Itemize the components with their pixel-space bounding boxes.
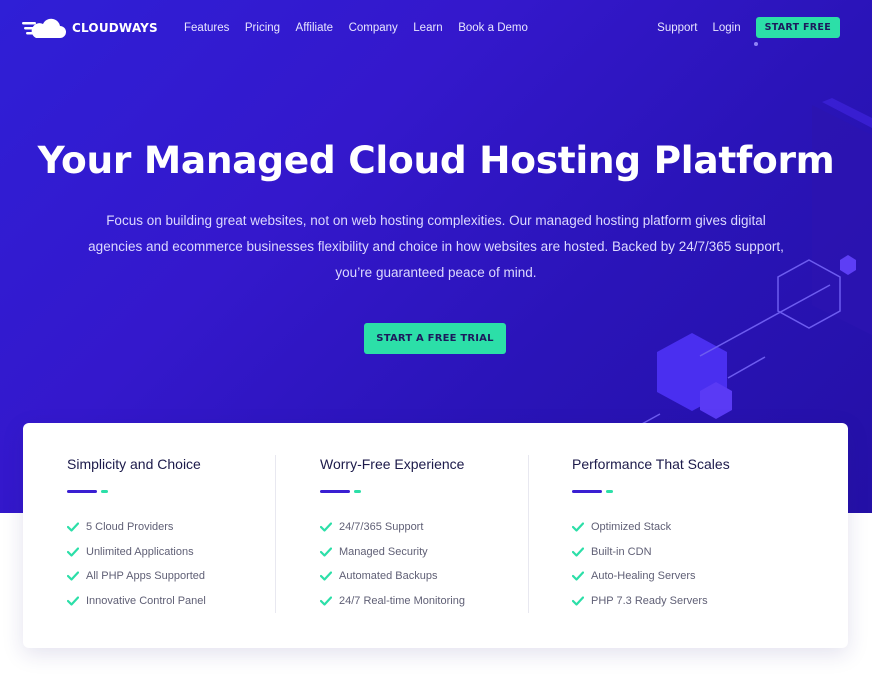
feature-label: PHP 7.3 Ready Servers (591, 595, 708, 608)
cloud-logo-icon (22, 18, 66, 38)
list-item: Automated Backups (320, 564, 465, 589)
start-free-button[interactable]: START FREE (755, 17, 840, 38)
nav-links: Features Pricing Affiliate Company Learn… (184, 22, 543, 34)
check-icon (320, 571, 332, 582)
nav-right: Support Login START FREE (657, 17, 840, 38)
hero-subtitle: Focus on building great websites, not on… (88, 213, 784, 280)
list-item: 24/7 Real-time Monitoring (320, 589, 465, 614)
title-accent (572, 490, 613, 493)
list-item: Optimized Stack (572, 515, 708, 540)
nav-link-login[interactable]: Login (712, 22, 740, 34)
nav-link-learn[interactable]: Learn (413, 22, 442, 34)
hero-title: Your Managed Cloud Hosting Platform (37, 138, 835, 182)
list-item: Unlimited Applications (67, 540, 206, 565)
feature-column-title: Performance That Scales (572, 456, 730, 472)
column-divider (275, 455, 276, 613)
feature-label: 24/7/365 Support (339, 521, 424, 534)
feature-list: 24/7/365 Support Managed Security Automa… (320, 515, 465, 613)
check-icon (572, 596, 584, 606)
check-icon (320, 596, 332, 606)
nav-link-pricing[interactable]: Pricing (245, 22, 280, 34)
feature-list: 5 Cloud Providers Unlimited Applications… (67, 515, 206, 613)
feature-label: Built-in CDN (591, 545, 652, 558)
start-free-trial-button[interactable]: START A FREE TRIAL (364, 323, 506, 354)
check-icon (67, 571, 79, 582)
column-divider (528, 455, 529, 613)
check-icon (572, 522, 584, 532)
feature-list: Optimized Stack Built-in CDN Auto-Healin… (572, 515, 708, 613)
check-icon (320, 522, 332, 532)
feature-label: Auto-Healing Servers (591, 570, 696, 583)
check-icon (67, 547, 79, 557)
feature-label: Innovative Control Panel (86, 595, 206, 608)
feature-column-title: Simplicity and Choice (67, 456, 201, 472)
feature-column-title: Worry-Free Experience (320, 456, 465, 472)
nav-link-features[interactable]: Features (184, 22, 229, 34)
list-item: All PHP Apps Supported (67, 564, 206, 589)
check-icon (572, 571, 584, 582)
feature-label: 5 Cloud Providers (86, 521, 174, 534)
check-icon (67, 596, 79, 606)
features-card: Simplicity and Choice 5 Cloud Providers … (23, 423, 848, 648)
top-navbar: CLOUDWAYS Features Pricing Affiliate Com… (0, 0, 872, 58)
check-icon (67, 522, 79, 532)
list-item: Built-in CDN (572, 540, 708, 565)
nav-link-affiliate[interactable]: Affiliate (296, 22, 334, 34)
brand-name: CLOUDWAYS (72, 21, 158, 35)
nav-link-support[interactable]: Support (657, 22, 697, 34)
nav-link-company[interactable]: Company (349, 22, 398, 34)
nav-link-book-demo[interactable]: Book a Demo (458, 22, 528, 34)
check-icon (320, 547, 332, 557)
feature-label: 24/7 Real-time Monitoring (339, 595, 465, 608)
list-item: Auto-Healing Servers (572, 564, 708, 589)
check-icon (572, 547, 584, 557)
title-accent (320, 490, 361, 493)
feature-label: Unlimited Applications (86, 545, 194, 558)
list-item: 24/7/365 Support (320, 515, 465, 540)
feature-label: All PHP Apps Supported (86, 570, 206, 583)
list-item: 5 Cloud Providers (67, 515, 206, 540)
feature-label: Managed Security (339, 545, 428, 558)
feature-label: Optimized Stack (591, 521, 672, 534)
list-item: PHP 7.3 Ready Servers (572, 589, 708, 614)
list-item: Innovative Control Panel (67, 589, 206, 614)
brand-logo[interactable]: CLOUDWAYS (22, 16, 158, 40)
title-accent (67, 490, 108, 493)
list-item: Managed Security (320, 540, 465, 565)
feature-label: Automated Backups (339, 570, 438, 583)
